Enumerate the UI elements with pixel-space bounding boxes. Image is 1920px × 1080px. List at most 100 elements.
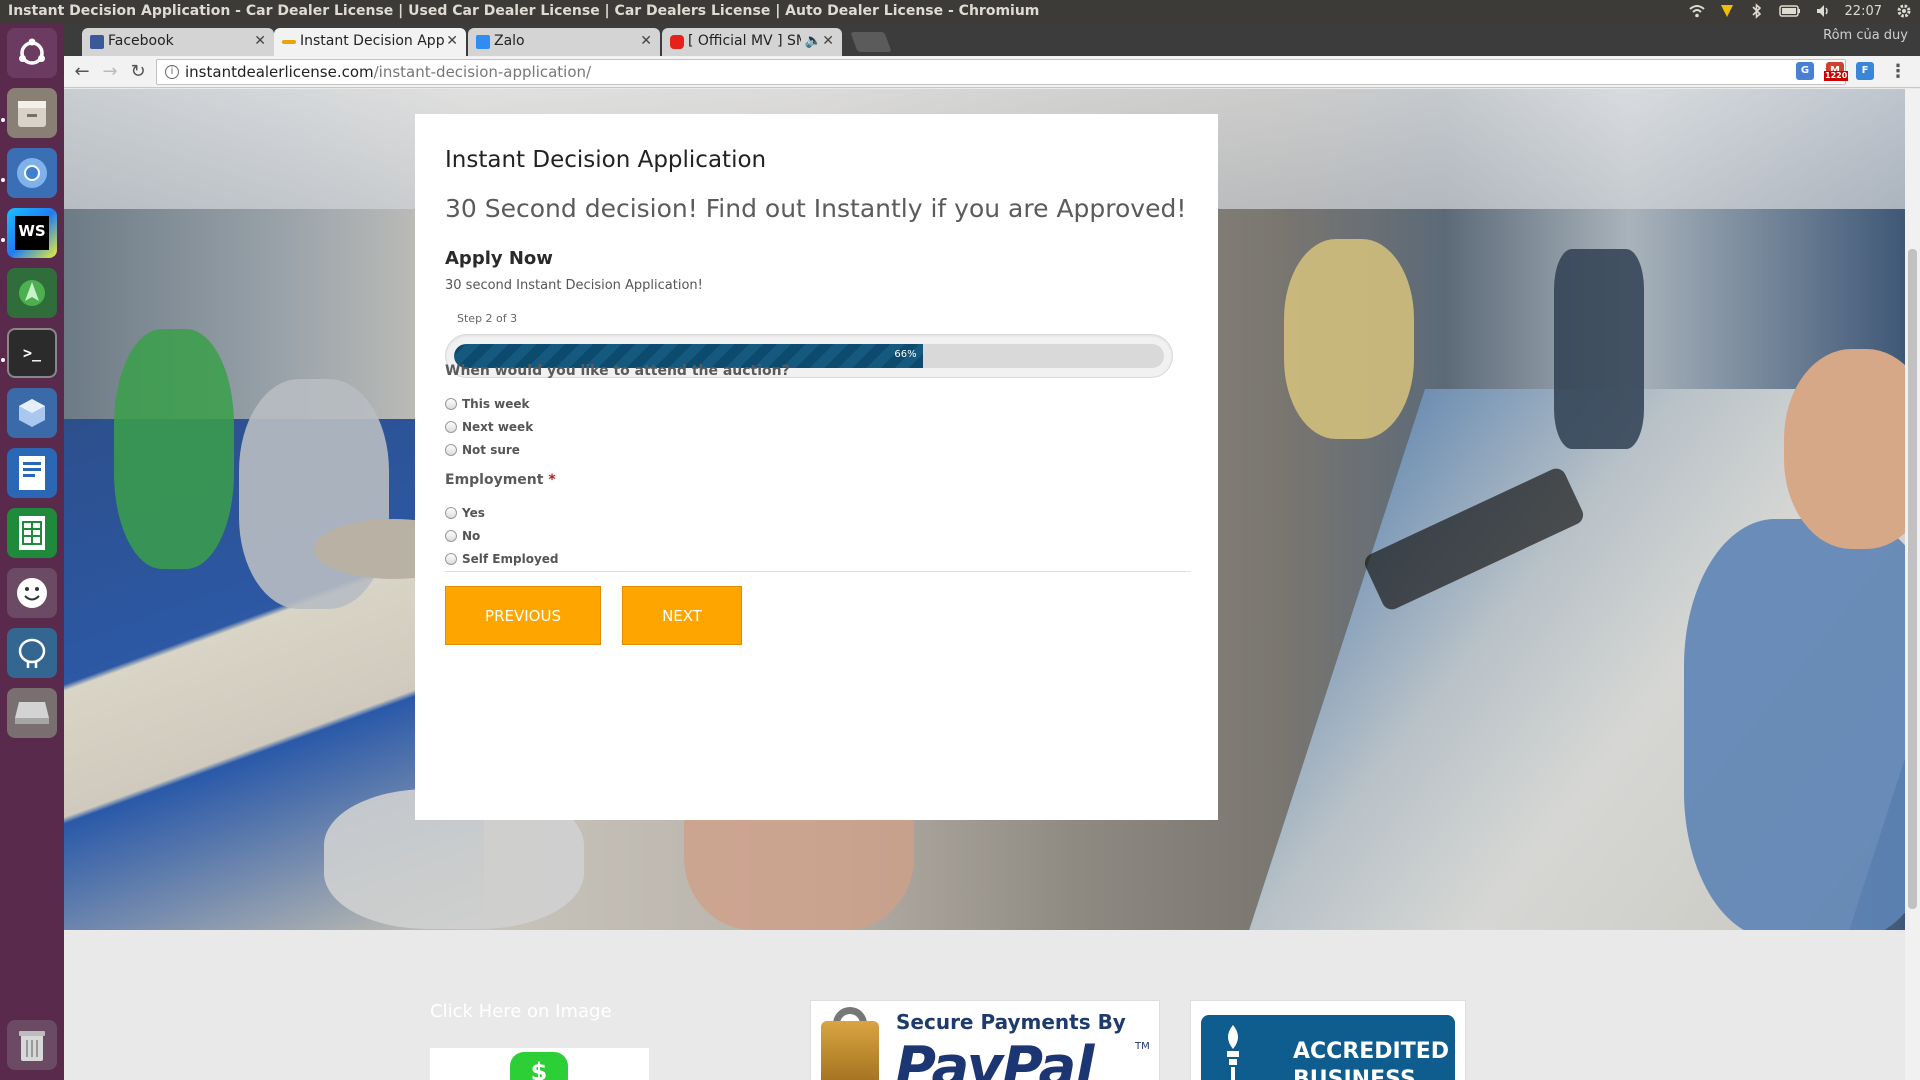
form-divider — [445, 571, 1191, 572]
paypal-badge[interactable]: Secure Payments By PayPal TM — [810, 1000, 1160, 1080]
radio-button[interactable] — [445, 507, 457, 519]
option-label[interactable]: Next week — [462, 420, 533, 434]
trash-icon[interactable] — [7, 1020, 57, 1070]
ubuntu-logo-icon[interactable] — [7, 28, 57, 78]
section-description: 30 second Instant Decision Application! — [445, 278, 703, 293]
bluetooth-icon[interactable] — [1749, 3, 1765, 19]
system-tray: 22:07 — [1688, 3, 1912, 19]
tab-zalo[interactable]: Zalo ✕ — [468, 28, 660, 56]
new-tab-button[interactable] — [850, 32, 892, 52]
gmail-icon[interactable]: 1220M — [1824, 62, 1849, 81]
postgres-icon[interactable] — [7, 628, 57, 678]
footer-badges: Click Here on Image $ Secure Payments By… — [64, 930, 1905, 1080]
paypal-trademark: TM — [1135, 1041, 1150, 1052]
youtube-icon — [670, 35, 684, 49]
close-icon[interactable]: ✕ — [640, 33, 652, 49]
reload-icon[interactable]: ↻ — [126, 60, 150, 84]
click-image-caption[interactable]: Click Here on Image — [430, 1001, 612, 1022]
tab-label: [ Official MV ] SMO — [688, 33, 819, 49]
settings-icon[interactable] — [1896, 3, 1912, 19]
menu-icon[interactable]: ⋮ — [1886, 60, 1910, 84]
webstorm-icon[interactable]: WS — [7, 208, 57, 258]
bbb-business: BUSINESS — [1293, 1067, 1416, 1080]
address-bar[interactable]: i instantdealerlicense.com/instant-decis… — [156, 59, 1846, 85]
question-employment: Employment * — [445, 472, 556, 488]
profile-name[interactable]: Rôm của duy — [1823, 28, 1908, 43]
browser-tab-strip: Facebook ✕ Instant Decision App ✕ Zalo ✕… — [64, 24, 1920, 56]
battery-icon[interactable] — [1778, 3, 1801, 19]
question-auction-timing: When would you like to attend the auctio… — [445, 363, 790, 379]
forward-arrow-icon[interactable]: → — [98, 60, 122, 84]
clock[interactable]: 22:07 — [1845, 4, 1882, 19]
cash-app-card[interactable]: $ — [430, 1048, 649, 1080]
drive-icon[interactable] — [7, 688, 57, 738]
option-this-week[interactable]: This week — [445, 397, 530, 411]
question-label: Employment — [445, 472, 544, 488]
gmail-badge: 1220 — [1824, 71, 1849, 81]
wifi-icon[interactable] — [1688, 3, 1705, 19]
option-yes[interactable]: Yes — [445, 506, 485, 520]
form-title: Instant Decision Application — [445, 147, 767, 173]
previous-button[interactable]: PREVIOUS — [445, 586, 601, 645]
option-label[interactable]: Self Employed — [462, 552, 559, 566]
bbb-seal: ACCREDITED BUSINESS — [1201, 1015, 1455, 1080]
close-icon[interactable]: ✕ — [446, 33, 458, 49]
files-icon[interactable] — [7, 88, 57, 138]
required-mark: * — [548, 472, 556, 488]
bbb-torch-icon — [1215, 1023, 1251, 1080]
tab-youtube[interactable]: [ Official MV ] SMO 🔈✕ — [662, 28, 842, 56]
page-scrollbar[interactable] — [1905, 89, 1920, 1080]
android-studio-icon[interactable] — [7, 268, 57, 318]
emoji-app-icon[interactable] — [7, 568, 57, 618]
extension-f-icon[interactable]: F — [1856, 62, 1874, 80]
option-label[interactable]: This week — [462, 397, 530, 411]
close-icon[interactable]: ✕ — [254, 33, 266, 49]
option-self-employed[interactable]: Self Employed — [445, 552, 559, 566]
radio-button[interactable] — [445, 553, 457, 565]
form-subtitle: 30 Second decision! Find out Instantly i… — [445, 194, 1187, 223]
bbb-badge[interactable]: ACCREDITED BUSINESS — [1190, 1000, 1466, 1080]
option-label[interactable]: Not sure — [462, 443, 520, 457]
writer-icon[interactable] — [7, 448, 57, 498]
translate-icon[interactable]: G — [1796, 62, 1814, 80]
option-not-sure[interactable]: Not sure — [445, 443, 520, 457]
paypal-secure-text: Secure Payments By — [896, 1010, 1126, 1034]
site-icon — [282, 40, 296, 44]
application-form-card: Instant Decision Application 30 Second d… — [415, 114, 1218, 820]
option-next-week[interactable]: Next week — [445, 420, 533, 434]
volume-icon[interactable] — [1815, 3, 1831, 19]
radio-button[interactable] — [445, 398, 457, 410]
url-path: /instant-decision-application/ — [373, 63, 592, 81]
scrollbar-thumb[interactable] — [1908, 249, 1917, 909]
back-arrow-icon[interactable]: ← — [70, 60, 94, 84]
paypal-logo: PayPal — [895, 1035, 1094, 1080]
chromium-icon[interactable] — [7, 148, 57, 198]
virtualbox-icon[interactable] — [7, 388, 57, 438]
next-button[interactable]: NEXT — [622, 586, 742, 645]
option-label[interactable]: No — [462, 529, 480, 543]
step-label: Step 2 of 3 — [457, 312, 518, 325]
app-indicator-icon[interactable] — [1719, 3, 1735, 19]
facebook-icon — [90, 35, 104, 49]
dollar-icon: $ — [510, 1052, 568, 1080]
unity-launcher: WS >_ — [0, 24, 64, 1080]
zalo-icon — [476, 35, 490, 49]
tab-instant-decision[interactable]: Instant Decision App ✕ — [274, 28, 466, 56]
window-title: Instant Decision Application - Car Deale… — [8, 3, 1040, 19]
calc-icon[interactable] — [7, 508, 57, 558]
url-domain: instantdealerlicense.com — [185, 63, 374, 81]
bbb-accredited: ACCREDITED — [1293, 1039, 1450, 1064]
radio-button[interactable] — [445, 421, 457, 433]
tab-facebook[interactable]: Facebook ✕ — [82, 28, 274, 56]
radio-button[interactable] — [445, 444, 457, 456]
info-icon[interactable]: i — [165, 65, 179, 79]
section-title: Apply Now — [445, 248, 553, 269]
radio-button[interactable] — [445, 530, 457, 542]
padlock-icon — [821, 1021, 879, 1080]
option-no[interactable]: No — [445, 529, 480, 543]
option-label[interactable]: Yes — [462, 506, 485, 520]
tab-label: Zalo — [494, 33, 525, 49]
close-icon[interactable]: 🔈✕ — [800, 33, 834, 49]
terminal-icon[interactable]: >_ — [7, 328, 57, 378]
browser-toolbar: ← → ↻ i instantdealerlicense.com/instant… — [64, 56, 1920, 88]
